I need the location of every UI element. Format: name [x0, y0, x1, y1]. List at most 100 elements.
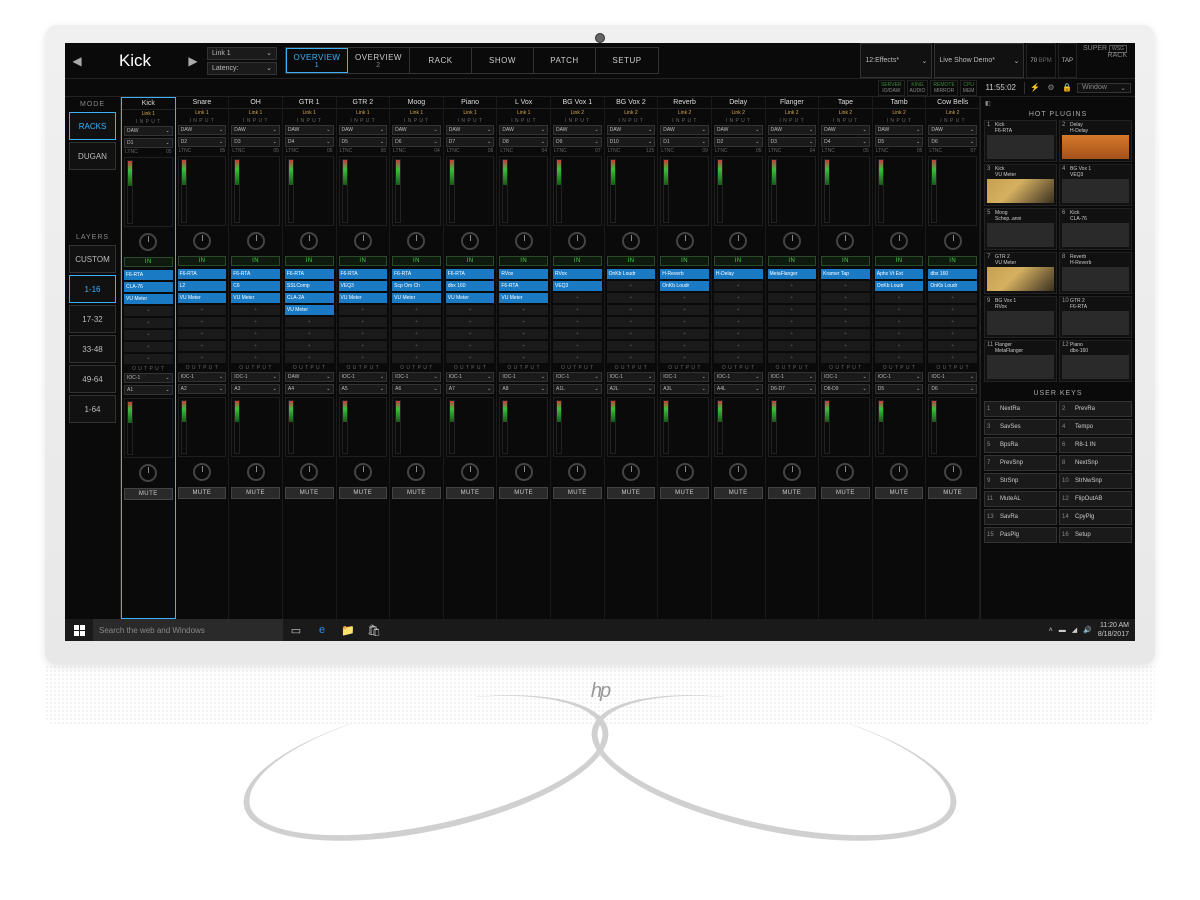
- plugin-slot[interactable]: +: [392, 305, 441, 315]
- plugin-slot[interactable]: OnKb Loudr: [660, 281, 709, 291]
- task-view-icon[interactable]: ▭: [283, 619, 309, 641]
- plugin-slot[interactable]: +: [714, 317, 763, 327]
- output-device-dropdown[interactable]: IOC-1⌄: [231, 372, 280, 382]
- channel-name[interactable]: Cow Bells: [926, 97, 979, 109]
- user-key[interactable]: 9StrSnp: [984, 473, 1057, 489]
- output-gain-knob[interactable]: [729, 463, 747, 481]
- plugin-slot[interactable]: +: [178, 329, 227, 339]
- layer-33-48[interactable]: 33-48: [69, 335, 116, 363]
- plugin-slot[interactable]: +: [928, 329, 977, 339]
- gear-icon[interactable]: ⚙: [1045, 82, 1057, 94]
- plugin-slot[interactable]: +: [499, 353, 548, 363]
- input-device-dropdown[interactable]: DAW⌄: [875, 125, 924, 135]
- input-channel-dropdown[interactable]: D7⌄: [446, 137, 495, 147]
- user-key[interactable]: 7PrevSnp: [984, 455, 1057, 471]
- output-device-dropdown[interactable]: IOC-1⌄: [339, 372, 388, 382]
- plugin-slot[interactable]: +: [499, 305, 548, 315]
- volume-icon[interactable]: 🔊: [1083, 626, 1092, 634]
- output-channel-dropdown[interactable]: A2L⌄: [607, 384, 656, 394]
- plugin-slot[interactable]: +: [285, 341, 334, 351]
- plugin-slot[interactable]: +: [768, 353, 817, 363]
- input-channel-dropdown[interactable]: D3⌄: [231, 137, 280, 147]
- plugin-slot[interactable]: +: [446, 329, 495, 339]
- plugin-slot[interactable]: +: [875, 293, 924, 303]
- output-gain-knob[interactable]: [515, 463, 533, 481]
- plugin-slot[interactable]: +: [124, 306, 173, 316]
- output-channel-dropdown[interactable]: A3⌄: [231, 384, 280, 394]
- in-button[interactable]: IN: [875, 256, 924, 266]
- user-key[interactable]: 10StrNwSnp: [1059, 473, 1132, 489]
- plugin-slot[interactable]: +: [821, 305, 870, 315]
- plugin-slot[interactable]: Scp Om Ch: [392, 281, 441, 291]
- output-channel-dropdown[interactable]: D6⌄: [928, 384, 977, 394]
- plugin-slot[interactable]: +: [553, 329, 602, 339]
- in-button[interactable]: IN: [446, 256, 495, 266]
- input-channel-dropdown[interactable]: D1⌄: [660, 137, 709, 147]
- output-device-dropdown[interactable]: IOC-1⌄: [553, 372, 602, 382]
- plugin-slot[interactable]: +: [392, 317, 441, 327]
- tempo-display[interactable]: 70 BPM: [1026, 43, 1055, 78]
- input-gain-knob[interactable]: [568, 232, 586, 250]
- output-channel-dropdown[interactable]: D5⌄: [875, 384, 924, 394]
- mute-button[interactable]: MUTE: [339, 487, 388, 499]
- user-key[interactable]: 15PasPlg: [984, 527, 1057, 543]
- plugin-slot[interactable]: +: [339, 329, 388, 339]
- input-device-dropdown[interactable]: DAW⌄: [821, 125, 870, 135]
- input-channel-dropdown[interactable]: D4⌄: [821, 137, 870, 147]
- mute-button[interactable]: MUTE: [124, 488, 173, 500]
- in-button[interactable]: IN: [928, 256, 977, 266]
- input-gain-knob[interactable]: [944, 232, 962, 250]
- tray-clock[interactable]: 11:20 AM 8/18/2017: [1098, 621, 1129, 639]
- hot-plugin-slot[interactable]: 12Pianodbx-160: [1059, 340, 1132, 382]
- tab-show[interactable]: SHOW: [472, 48, 534, 73]
- input-device-dropdown[interactable]: DAW⌄: [499, 125, 548, 135]
- plugin-slot[interactable]: +: [285, 329, 334, 339]
- plugin-slot[interactable]: +: [607, 353, 656, 363]
- mute-button[interactable]: MUTE: [928, 487, 977, 499]
- input-channel-dropdown[interactable]: D6⌄: [392, 137, 441, 147]
- plugin-slot[interactable]: Aphx Vt Ext: [875, 269, 924, 279]
- input-channel-dropdown[interactable]: D8⌄: [499, 137, 548, 147]
- plugin-slot[interactable]: +: [124, 342, 173, 352]
- in-button[interactable]: IN: [285, 256, 334, 266]
- input-device-dropdown[interactable]: DAW⌄: [124, 126, 173, 136]
- tray-chevron-icon[interactable]: ˄: [1049, 627, 1053, 634]
- plugin-slot[interactable]: +: [660, 341, 709, 351]
- output-gain-knob[interactable]: [676, 463, 694, 481]
- output-device-dropdown[interactable]: IOC-1⌄: [768, 372, 817, 382]
- tap-button[interactable]: TAP: [1058, 43, 1077, 78]
- output-gain-knob[interactable]: [247, 463, 265, 481]
- channel-name[interactable]: Reverb: [658, 97, 711, 109]
- in-button[interactable]: IN: [392, 256, 441, 266]
- plugin-slot[interactable]: +: [392, 353, 441, 363]
- plugin-slot[interactable]: +: [714, 281, 763, 291]
- channel-name[interactable]: BG Vox 2: [605, 97, 658, 109]
- user-key[interactable]: 16Setup: [1059, 527, 1132, 543]
- channel-name[interactable]: Tape: [819, 97, 872, 109]
- mute-button[interactable]: MUTE: [875, 487, 924, 499]
- output-channel-dropdown[interactable]: A6⌄: [392, 384, 441, 394]
- plugin-slot[interactable]: C6: [231, 281, 280, 291]
- plugin-slot[interactable]: F6-RTA: [124, 270, 173, 280]
- plugin-slot[interactable]: +: [446, 305, 495, 315]
- plugin-slot[interactable]: +: [446, 317, 495, 327]
- plugin-slot[interactable]: +: [928, 317, 977, 327]
- input-gain-knob[interactable]: [729, 232, 747, 250]
- output-device-dropdown[interactable]: IOC-1⌄: [446, 372, 495, 382]
- user-key[interactable]: 4Tempo: [1059, 419, 1132, 435]
- in-button[interactable]: IN: [607, 256, 656, 266]
- input-gain-knob[interactable]: [407, 232, 425, 250]
- edge-icon[interactable]: e: [309, 619, 335, 641]
- in-button[interactable]: IN: [660, 256, 709, 266]
- mode-dugan[interactable]: DUGAN: [69, 142, 116, 170]
- user-key[interactable]: 1NextRa: [984, 401, 1057, 417]
- channel-name[interactable]: Delay: [712, 97, 765, 109]
- input-gain-knob[interactable]: [783, 232, 801, 250]
- plugin-slot[interactable]: +: [875, 305, 924, 315]
- plugin-slot[interactable]: +: [660, 305, 709, 315]
- output-device-dropdown[interactable]: IOC-1⌄: [714, 372, 763, 382]
- channel-name[interactable]: Tamb: [873, 97, 926, 109]
- plugin-slot[interactable]: +: [499, 329, 548, 339]
- input-device-dropdown[interactable]: DAW⌄: [446, 125, 495, 135]
- plugin-slot[interactable]: +: [339, 341, 388, 351]
